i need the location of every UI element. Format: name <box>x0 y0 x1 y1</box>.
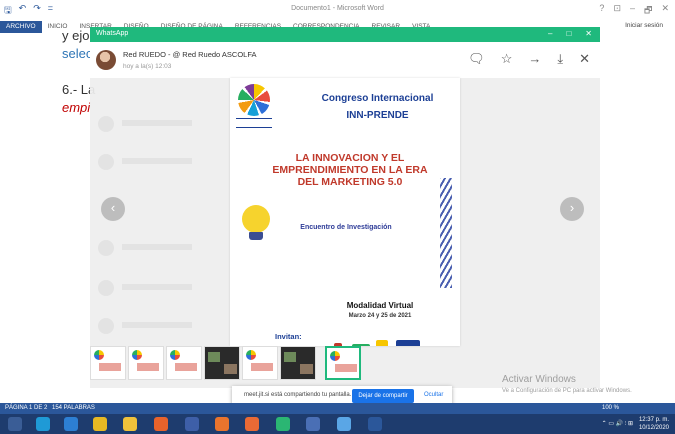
mail-icon[interactable] <box>185 417 199 431</box>
message-timestamp: hoy a la(s) 12:03 <box>123 63 172 70</box>
media-thumbnail[interactable] <box>90 346 126 380</box>
background-chat-row <box>98 154 198 172</box>
poster-dates: Marzo 24 y 25 de 2021 <box>348 313 412 319</box>
windows-taskbar: ⌃ ▭ 🔊 ⫶ ⊞ 12:37 p. m. 10/12/2020 <box>0 414 675 434</box>
minimize-icon[interactable]: – <box>630 3 635 19</box>
word-icon[interactable] <box>368 417 382 431</box>
whatsapp-title: WhatsApp <box>96 30 129 37</box>
activate-windows-watermark: Activar Windows Ve a Configuración de PC… <box>502 374 632 394</box>
clock-date: 10/12/2020 <box>638 425 669 431</box>
poster-modalidad: Modalidad Virtual <box>346 301 414 310</box>
poster-invitan: Invitan: <box>275 332 302 341</box>
ribbon-display-icon[interactable]: ⊡ <box>613 3 621 19</box>
download-icon[interactable]: ⤓ <box>557 51 563 67</box>
background-chat-row <box>98 318 198 336</box>
poster-encuentro: Encuentro de Investigación <box>300 224 392 231</box>
background-chat-row <box>98 280 198 298</box>
forward-icon[interactable]: → <box>528 51 541 67</box>
whatsapp-title-bar: WhatsApp – □ ✕ <box>90 27 600 42</box>
firefox-icon[interactable] <box>154 417 168 431</box>
system-tray-icons[interactable]: ⌃ ▭ 🔊 ⫶ ⊞ <box>602 420 633 428</box>
windows-icon[interactable] <box>36 417 50 431</box>
media-viewer: Red RUEDO - @ Red Ruedo ASCOLFA hoy a la… <box>90 42 600 388</box>
screen-share-text: meet.jit.si está compartiendo tu pantall… <box>244 392 352 398</box>
tab-archivo[interactable]: ARCHIVO <box>0 21 42 33</box>
activate-windows-subtitle: Ve a Configuración de PC para activar Wi… <box>502 388 632 394</box>
media-actions: 🗨 ☆ → ⤓ ✕ <box>468 51 590 67</box>
poster-main-title: LA INNOVACION Y EL EMPRENDIMIENTO EN LA … <box>272 152 428 188</box>
logo-caption-lines <box>236 118 272 128</box>
minimize-icon[interactable]: – <box>548 29 552 38</box>
media-thumbnail[interactable] <box>204 346 240 380</box>
whatsapp-icon[interactable] <box>276 417 290 431</box>
innprende-logo <box>238 84 270 116</box>
decorative-stripes <box>440 178 452 288</box>
word-status-bar: PÁGINA 1 DE 2 154 PALABRAS 100 % <box>0 403 675 414</box>
previous-media-button[interactable]: ‹ <box>101 197 125 221</box>
media-thumbnail[interactable] <box>166 346 202 380</box>
media-thumbnail-selected[interactable] <box>325 346 361 380</box>
next-media-button[interactable]: › <box>560 197 584 221</box>
media-thumbnail[interactable] <box>242 346 278 380</box>
doc-line: y ejo <box>62 28 90 43</box>
word-window-controls: ? ⊡ – 🗗 ✕ <box>599 3 669 19</box>
chrome-icon[interactable] <box>93 417 107 431</box>
media-thumbnail[interactable] <box>280 346 316 380</box>
app-icon[interactable] <box>215 417 229 431</box>
whatsapp-window-controls: – □ ✕ <box>548 29 592 38</box>
media-thumbnail[interactable] <box>128 346 164 380</box>
close-icon[interactable]: ✕ <box>661 3 669 19</box>
page-count[interactable]: PÁGINA 1 DE 2 <box>5 405 47 411</box>
poster-congreso-heading: Congreso Internacional <box>321 93 434 104</box>
background-chat-row <box>98 240 198 258</box>
background-chat-row <box>98 116 198 134</box>
help-icon[interactable]: ? <box>599 3 604 19</box>
poster-innprende-heading: INN-PRENDE <box>346 110 409 121</box>
app-icon[interactable] <box>245 417 259 431</box>
poster-image: Congreso Internacional INN-PRENDE LA INN… <box>230 78 460 346</box>
hide-share-bar-link[interactable]: Ocultar <box>424 392 443 398</box>
clock[interactable]: 12:37 p. m. 10/12/2020 <box>639 416 669 432</box>
maximize-icon[interactable]: □ <box>566 29 571 38</box>
sign-in-link[interactable]: Iniciar sesión <box>625 22 663 29</box>
media-viewer-header: Red RUEDO - @ Red Ruedo ASCOLFA hoy a la… <box>90 42 600 78</box>
doc-line: empi <box>62 100 91 115</box>
app-icon[interactable] <box>306 417 320 431</box>
document-title: Documento1 - Microsoft Word <box>291 5 384 12</box>
sender-name: Red RUEDO - @ Red Ruedo ASCOLFA <box>123 50 257 59</box>
star-icon[interactable]: ☆ <box>501 51 513 67</box>
restore-icon[interactable]: 🗗 <box>644 3 652 19</box>
close-icon[interactable]: ✕ <box>585 29 592 38</box>
activate-windows-title: Activar Windows <box>502 374 576 385</box>
close-viewer-icon[interactable]: ✕ <box>579 51 590 67</box>
go-to-message-icon[interactable]: 🗨 <box>468 51 485 67</box>
stop-sharing-button[interactable]: Dejar de compartir <box>352 389 414 403</box>
clock-time: 12:37 p. m. <box>638 417 669 423</box>
zoom-level[interactable]: 100 % <box>602 405 619 411</box>
app-icon[interactable] <box>337 417 351 431</box>
word-count[interactable]: 154 PALABRAS <box>52 405 95 411</box>
doc-line: selec <box>62 46 93 61</box>
avatar[interactable] <box>96 50 116 70</box>
file-explorer-icon[interactable] <box>123 417 137 431</box>
lightbulb-base <box>249 232 263 240</box>
edge-icon[interactable] <box>64 417 78 431</box>
task-view-icon[interactable] <box>8 417 22 431</box>
